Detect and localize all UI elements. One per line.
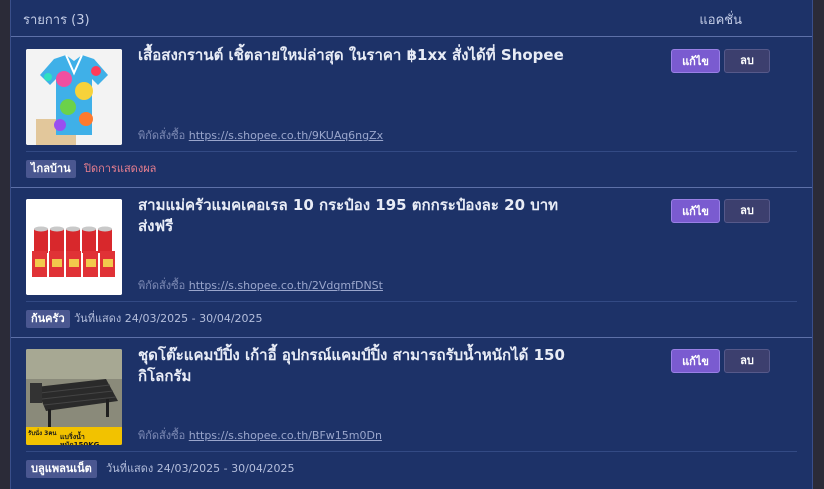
category-badge: บลูแพลนเน็ต [26,460,97,478]
order-link-row: พิกัดสั่งซื้อ https://s.shopee.co.th/BFw… [138,426,382,444]
list-item: เสื้อสงกรานต์ เชิ้ตลายใหม่ล่าสุด ในราคา … [11,37,812,188]
display-date-range: วันที่แสดง 24/03/2025 - 30/04/2025 [74,312,263,325]
list-item: รับนั่ง 3คน แบริ่งน้ำหนัก150KG ชุดโต๊ะแค… [11,337,812,488]
product-thumbnail-shirt [26,49,122,145]
order-link-url[interactable]: https://s.shopee.co.th/2VdqmfDNSt [189,279,383,292]
item-divider [26,451,797,452]
edit-button[interactable]: แก้ไข [671,49,720,73]
list-header: รายการ (3) แอคชั่น [11,0,812,37]
delete-button[interactable]: ลบ [724,49,770,73]
item-title: ชุดโต๊ะแคมป์ปิ้ง เก้าอี้ อุปกรณ์แคมป์ปิ้… [138,346,565,385]
delete-button[interactable]: ลบ [724,349,770,373]
item-divider [26,151,797,152]
order-link-label: พิกัดสั่งซื้อ [138,129,186,142]
thumb-caption-left: รับนั่ง 3คน [28,430,57,437]
category-badge: ไกลบ้าน [26,160,76,178]
edit-button[interactable]: แก้ไข [671,349,720,373]
order-link-row: พิกัดสั่งซื้อ https://s.shopee.co.th/2Vd… [138,276,383,294]
product-thumbnail-cans [26,199,122,295]
category-badge: ก้นครัว [26,310,70,328]
edit-button[interactable]: แก้ไข [671,199,720,223]
order-link-label: พิกัดสั่งซื้อ [138,279,186,292]
item-divider [26,301,797,302]
item-title: สามแม่ครัวแมคเคอเรล 10 กระป๋อง 195 ตกกระ… [138,196,559,235]
order-link-url[interactable]: https://s.shopee.co.th/9KUAq6ngZx [189,129,383,142]
product-list-panel: รายการ (3) แอคชั่น เสื้อสงกรานต์ เชิ้ตลา… [10,0,813,489]
list-count-title: รายการ (3) [23,13,90,28]
order-link-row: พิกัดสั่งซื้อ https://s.shopee.co.th/9KU… [138,126,383,144]
order-link-label: พิกัดสั่งซื้อ [138,429,186,442]
item-title: เสื้อสงกรานต์ เชิ้ตลายใหม่ล่าสุด ในราคา … [138,46,564,64]
thumb-caption-right: แบริ่งน้ำหนัก150KG [60,433,100,445]
product-thumbnail-camping-table: รับนั่ง 3คน แบริ่งน้ำหนัก150KG [26,349,122,445]
display-date-range: วันที่แสดง 24/03/2025 - 30/04/2025 [106,462,295,475]
actions-column-header: แอคชั่น [699,13,742,28]
delete-button[interactable]: ลบ [724,199,770,223]
status-text: ปิดการแสดงผล [84,162,157,175]
list-item: สามแม่ครัวแมคเคอเรล 10 กระป๋อง 195 ตกกระ… [11,187,812,338]
order-link-url[interactable]: https://s.shopee.co.th/BFw15m0Dn [189,429,382,442]
